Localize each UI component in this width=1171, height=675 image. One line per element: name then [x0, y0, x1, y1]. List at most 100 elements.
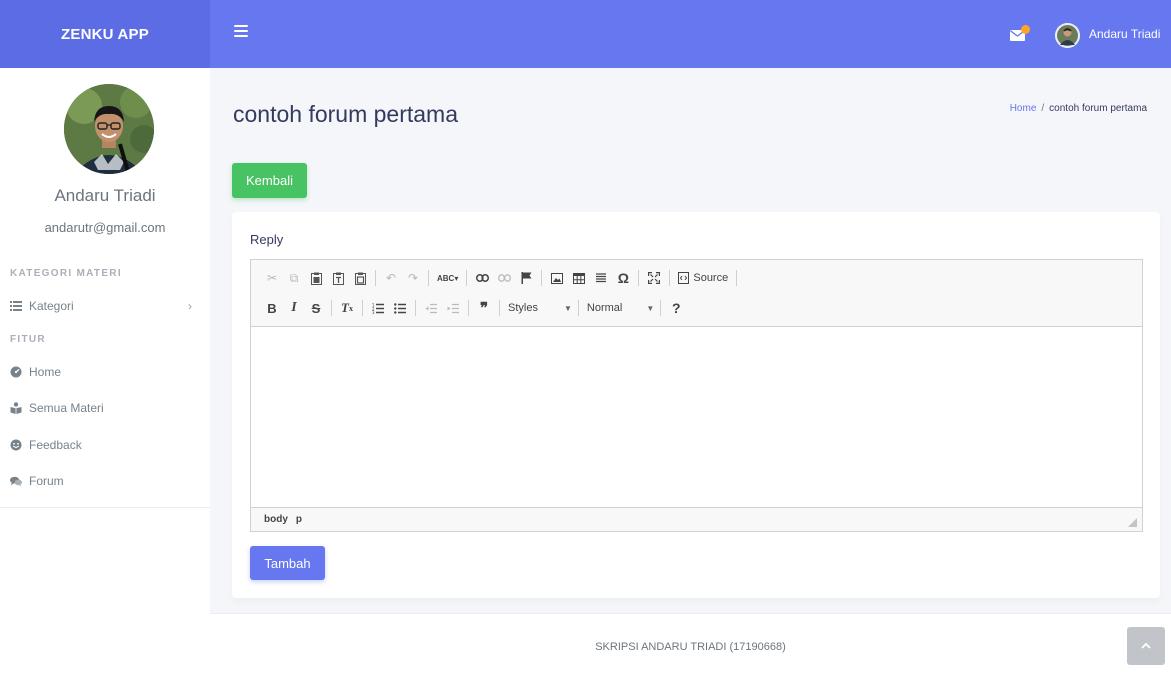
toolbar-separator	[331, 300, 332, 316]
toolbar-separator	[669, 270, 671, 286]
spellcheck-icon[interactable]: ABC▾	[437, 270, 458, 286]
notification-dot	[1021, 25, 1030, 34]
bold-icon[interactable]: B	[265, 300, 279, 316]
chevron-down-icon: ▼	[646, 303, 655, 313]
scroll-to-top-button[interactable]	[1127, 627, 1165, 665]
breadcrumb-separator: /	[1041, 103, 1045, 114]
toolbar-separator	[660, 300, 662, 316]
outdent-icon[interactable]	[424, 300, 438, 316]
chevron-right-icon: ›	[188, 299, 192, 313]
toolbar-separator	[736, 270, 738, 286]
numbered-list-icon[interactable]: 123	[371, 300, 385, 316]
dashboard-icon	[10, 366, 22, 378]
sidebar-item-label: Feedback	[29, 438, 82, 452]
profile-name: Andaru Triadi	[54, 186, 156, 205]
smile-icon	[10, 439, 22, 451]
image-icon[interactable]	[550, 270, 564, 286]
sidebar: Andaru Triadi andarutr@gmail.com KATEGOR…	[0, 68, 210, 675]
profile-email: andarutr@gmail.com	[44, 220, 166, 235]
paste-word-icon[interactable]	[353, 270, 367, 286]
toolbar-separator	[541, 270, 543, 286]
breadcrumb-home[interactable]: Home	[1010, 103, 1037, 114]
element-path-body[interactable]: body	[264, 514, 288, 525]
toolbar-separator	[362, 300, 363, 316]
cut-icon[interactable]: ✂	[265, 270, 279, 286]
breadcrumb-current: contoh forum pertama	[1049, 103, 1147, 114]
indent-icon[interactable]	[446, 300, 460, 316]
sidebar-item-label: Semua Materi	[29, 401, 104, 415]
toolbar-separator	[638, 270, 640, 286]
toolbar-separator	[375, 270, 376, 286]
italic-icon[interactable]: I	[287, 300, 301, 316]
redo-icon[interactable]: ↷	[406, 270, 420, 286]
sidebar-item-semua-materi[interactable]: Semua Materi	[10, 397, 200, 419]
maximize-icon[interactable]	[647, 270, 661, 286]
chevron-down-icon: ▼	[563, 303, 572, 313]
svg-text:3: 3	[372, 310, 375, 314]
sidebar-divider	[0, 507, 210, 508]
copy-icon[interactable]: ⧉	[287, 270, 301, 286]
unlink-icon[interactable]	[497, 270, 511, 286]
app-brand[interactable]: ZENKU APP	[0, 0, 210, 68]
remove-format-icon[interactable]: Tx	[340, 300, 354, 316]
help-icon[interactable]: ?	[669, 300, 683, 316]
horizontal-line-icon[interactable]	[594, 270, 608, 286]
page-title: contoh forum pertama	[233, 101, 459, 127]
top-navbar: ZENKU APP Andaru Triadi	[0, 0, 1171, 68]
sidebar-item-label: Home	[29, 365, 62, 379]
blockquote-icon[interactable]: ❞	[477, 300, 491, 317]
toolbar-separator	[499, 300, 500, 316]
toolbar-separator	[466, 270, 468, 286]
hamburger-icon[interactable]	[234, 24, 248, 38]
reader-icon	[10, 402, 22, 414]
envelope-icon[interactable]	[1010, 25, 1030, 41]
link-icon[interactable]	[475, 270, 489, 286]
sidebar-item-label: Forum	[29, 474, 64, 488]
user-name[interactable]: Andaru Triadi	[1089, 27, 1160, 41]
rich-text-editor: ✂ ⧉ ↶ ↷ ABC▾ Ω Source B I S T x 1 2 3 ❞ …	[250, 259, 1143, 532]
editor-toolbar-row-2: B I S Tx 123 ❞ Styles ▼ Normal ▼ ?	[265, 299, 691, 317]
menu-header-kategori: KATEGORI MATERI	[10, 268, 122, 279]
undo-icon[interactable]: ↶	[384, 270, 398, 286]
format-dropdown[interactable]: Normal ▼	[587, 300, 654, 316]
sidebar-item-forum[interactable]: Forum	[10, 470, 200, 492]
reply-label: Reply	[250, 232, 284, 247]
footer: SKRIPSI ANDARU TRIADI (17190668)	[210, 613, 1171, 675]
toolbar-separator	[577, 300, 579, 316]
sidebar-item-feedback[interactable]: Feedback	[10, 434, 200, 456]
sidebar-item-home[interactable]: Home	[10, 361, 200, 383]
list-icon	[10, 300, 22, 312]
menu-header-fitur: FITUR	[10, 334, 46, 345]
back-button[interactable]: Kembali	[232, 163, 307, 198]
toolbar-separator	[468, 300, 469, 316]
sidebar-item-kategori[interactable]: Kategori ›	[10, 295, 200, 317]
paste-icon[interactable]	[309, 270, 323, 286]
editor-toolbar: ✂ ⧉ ↶ ↷ ABC▾ Ω Source B I S T x 1 2 3 ❞ …	[251, 260, 1142, 327]
toolbar-separator	[428, 270, 429, 286]
source-label: Source	[693, 272, 729, 284]
element-path-p[interactable]: p	[296, 514, 302, 525]
anchor-flag-icon[interactable]	[519, 270, 533, 286]
editor-content-area[interactable]	[251, 327, 1142, 507]
sidebar-item-label: Kategori	[29, 299, 74, 313]
comments-icon	[10, 475, 22, 487]
bulleted-list-icon[interactable]	[393, 300, 407, 316]
paste-text-icon[interactable]	[331, 270, 345, 286]
special-char-icon[interactable]: Ω	[616, 270, 630, 286]
footer-text: SKRIPSI ANDARU TRIADI (17190668)	[595, 641, 786, 653]
editor-toolbar-row-1: ✂ ⧉ ↶ ↷ ABC▾ Ω Source	[265, 269, 745, 287]
submit-button[interactable]: Tambah	[250, 546, 325, 580]
resize-handle-icon[interactable]	[1128, 518, 1137, 527]
user-avatar[interactable]	[1055, 23, 1080, 48]
format-dropdown-label: Normal	[586, 302, 623, 314]
breadcrumb: Home / contoh forum pertama	[1010, 103, 1147, 114]
editor-status-bar: body p	[251, 507, 1142, 531]
styles-dropdown[interactable]: Styles ▼	[508, 300, 572, 316]
strikethrough-icon[interactable]: S	[309, 300, 323, 316]
chevron-up-icon	[1141, 643, 1151, 649]
profile-photo	[64, 84, 154, 174]
toolbar-separator	[415, 300, 416, 316]
table-icon[interactable]	[572, 270, 586, 286]
styles-dropdown-label: Styles	[508, 302, 538, 314]
source-button[interactable]: Source	[678, 270, 728, 286]
